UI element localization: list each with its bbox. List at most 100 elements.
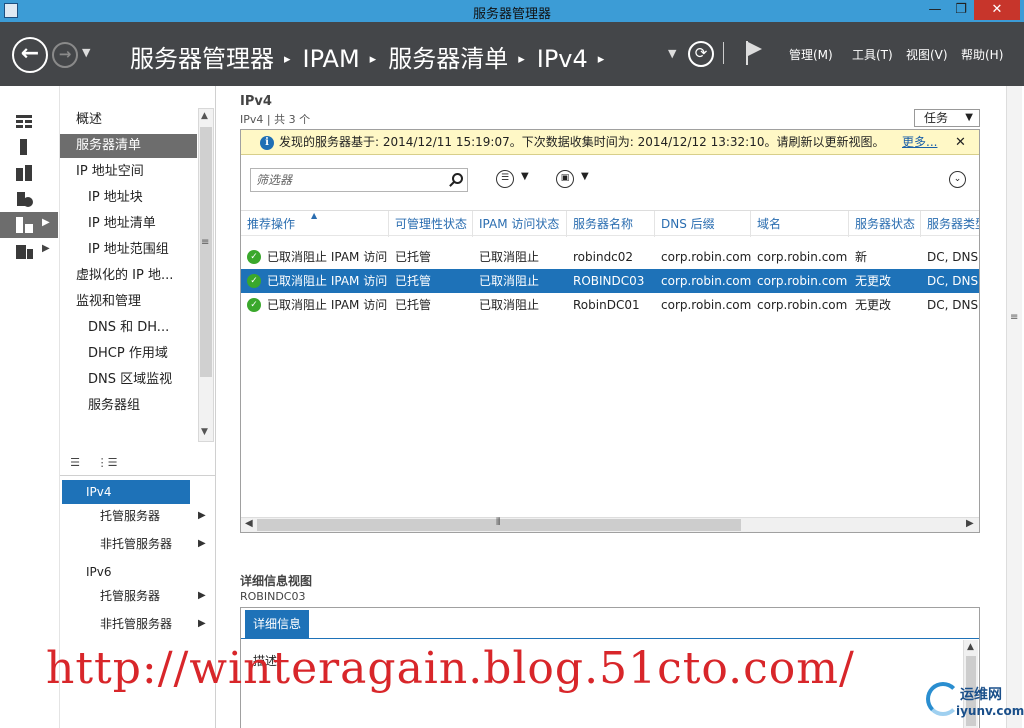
- cell-server-type: DC, DNS: [927, 250, 979, 264]
- cell-manageability: 已托管: [395, 274, 432, 288]
- column-label: 推荐操作: [247, 217, 296, 231]
- scroll-up-icon[interactable]: ▲: [967, 642, 974, 652]
- list-view-icon[interactable]: ☰: [64, 453, 86, 473]
- search-icon[interactable]: [452, 173, 463, 184]
- nav-ipv6-unmanaged-servers[interactable]: 非托管服务器 ▶: [60, 612, 215, 636]
- tree-item-ip-address-inventory[interactable]: IP 地址清单: [60, 212, 197, 236]
- tree-item-dns-zone-monitoring[interactable]: DNS 区域监视: [60, 368, 197, 392]
- rail-local-server[interactable]: [0, 134, 58, 160]
- tree-item-ip-range-groups[interactable]: IP 地址范围组: [60, 238, 197, 262]
- notifications-flag-icon[interactable]: [744, 41, 764, 67]
- more-link[interactable]: 更多...: [902, 130, 937, 155]
- nav-ipv4[interactable]: IPv4: [62, 480, 190, 504]
- close-button[interactable]: ✕: [974, 0, 1020, 20]
- back-arrow-icon: ←: [20, 41, 40, 66]
- table-row[interactable]: ✓ 已取消阻止 IPAM 访问 已托管 已取消阻止 robindc02 corp…: [241, 245, 979, 269]
- rail-remote-desktop[interactable]: ▶: [0, 238, 58, 264]
- cell-server-type: DC, DNS: [927, 274, 979, 288]
- tree-item-dns-dhcp-servers[interactable]: DNS 和 DH...: [60, 316, 197, 340]
- file-storage-icon: [15, 191, 33, 207]
- info-banner: i 发现的服务器基于: 2014/12/11 15:19:07。下次数据收集时间…: [241, 130, 979, 155]
- rail-dashboard[interactable]: [0, 108, 58, 134]
- info-message: 发现的服务器基于: 2014/12/11 15:19:07。下次数据收集时间为:…: [279, 135, 885, 149]
- tasks-dropdown[interactable]: 任务 ▼: [914, 109, 980, 127]
- expand-arrow-icon: ▶: [198, 618, 206, 629]
- column-header-domain[interactable]: 域名: [751, 211, 849, 237]
- ipam-icon: [15, 217, 33, 233]
- tab-details[interactable]: 详细信息: [245, 610, 309, 638]
- cell-recommended-action: 已取消阻止 IPAM 访问: [267, 298, 388, 312]
- history-dropdown-icon[interactable]: ▼: [82, 46, 90, 59]
- server-list-panel: i 发现的服务器基于: 2014/12/11 15:19:07。下次数据收集时间…: [240, 129, 980, 533]
- tree-view-icon[interactable]: ⋮☰: [96, 453, 118, 473]
- column-header-ipam-access[interactable]: IPAM 访问状态: [473, 211, 567, 237]
- breadcrumb-item[interactable]: IPv4: [537, 45, 588, 73]
- menu-tools[interactable]: 工具(T): [852, 46, 893, 64]
- tree-view-tabs: ☰ ⋮☰: [60, 450, 215, 476]
- refresh-icon[interactable]: ⟳: [688, 41, 714, 67]
- nav-label: 非托管服务器: [100, 537, 173, 551]
- dashboard-icon: [15, 113, 33, 129]
- table-row[interactable]: ✓ 已取消阻止 IPAM 访问 已托管 已取消阻止 RobinDC01 corp…: [241, 293, 979, 317]
- cell-server-status: 无更改: [855, 274, 892, 288]
- scroll-up-icon[interactable]: ▲: [201, 111, 208, 121]
- nav-ipv4-managed-servers[interactable]: 托管服务器 ▶: [60, 504, 215, 528]
- column-header-server-name[interactable]: 服务器名称: [567, 211, 655, 237]
- content-scrollbar[interactable]: ≡: [1006, 86, 1022, 728]
- list-options-dropdown-icon[interactable]: ▼: [521, 171, 529, 182]
- nav-ipv4-unmanaged-servers[interactable]: 非托管服务器 ▶: [60, 532, 215, 556]
- menu-help[interactable]: 帮助(H): [961, 46, 1003, 64]
- rail-ipam[interactable]: ▶: [0, 212, 58, 238]
- cell-ipam-access: 已取消阻止: [479, 298, 540, 312]
- back-button[interactable]: ←: [12, 37, 48, 73]
- chevron-down-icon: ▼: [965, 112, 973, 123]
- table-row-selected[interactable]: ✓ 已取消阻止 IPAM 访问 已托管 已取消阻止 ROBINDC03 corp…: [241, 269, 979, 293]
- rail-file-storage[interactable]: [0, 186, 58, 212]
- nav-ipv6-managed-servers[interactable]: 托管服务器 ▶: [60, 584, 215, 608]
- list-options-icon[interactable]: ☰: [496, 170, 514, 188]
- scroll-grip-icon: ⦀: [496, 517, 501, 528]
- window-title: 服务器管理器: [472, 7, 551, 22]
- save-query-dropdown-icon[interactable]: ▼: [581, 171, 589, 182]
- breadcrumb-separator-icon: ▸: [284, 52, 291, 67]
- breadcrumb-item[interactable]: 服务器清单: [388, 45, 508, 73]
- expand-collapse-icon[interactable]: ⌄: [949, 171, 966, 188]
- sort-ascending-icon: ▲: [311, 211, 318, 220]
- rail-all-servers[interactable]: [0, 160, 58, 186]
- breadcrumb-item[interactable]: 服务器管理器: [130, 45, 274, 73]
- column-header-dns-suffix[interactable]: DNS 后缀: [655, 211, 751, 237]
- minimize-button[interactable]: —: [922, 0, 948, 20]
- column-header-server-status[interactable]: 服务器状态: [849, 211, 921, 237]
- forward-button[interactable]: →: [52, 42, 78, 68]
- tree-item-monitor-manage[interactable]: 监视和管理: [60, 290, 197, 314]
- column-header-recommended-action[interactable]: 推荐操作 ▲: [241, 211, 389, 237]
- column-header-manageability[interactable]: 可管理性状态: [389, 211, 473, 237]
- cell-domain: corp.robin.com: [757, 298, 848, 312]
- column-header-server-type[interactable]: 服务器类型: [921, 211, 979, 237]
- scroll-left-icon[interactable]: ◀: [245, 518, 253, 529]
- filter-input[interactable]: 筛选器: [250, 168, 468, 192]
- maximize-button[interactable]: ❐: [948, 0, 974, 20]
- tree-item-overview[interactable]: 概述: [60, 108, 197, 132]
- tree-item-virtualized-ip[interactable]: 虚拟化的 IP 地...: [60, 264, 197, 288]
- tree-scrollbar[interactable]: ▲ ≡ ▼: [198, 108, 214, 442]
- menu-view[interactable]: 视图(V): [906, 46, 948, 64]
- url-watermark: http://winteragain.blog.51cto.com/: [46, 643, 855, 694]
- scroll-down-icon[interactable]: ▼: [201, 427, 208, 437]
- tree-item-ip-address-space[interactable]: IP 地址空间: [60, 160, 197, 184]
- tree-item-server-inventory[interactable]: 服务器清单: [60, 134, 197, 158]
- scroll-right-icon[interactable]: ▶: [966, 518, 974, 529]
- grid-horizontal-scrollbar[interactable]: ◀ ⦀ ▶: [241, 517, 979, 532]
- cell-ipam-access: 已取消阻止: [479, 250, 540, 264]
- menu-manage[interactable]: 管理(M): [789, 46, 833, 64]
- breadcrumb-item[interactable]: IPAM: [303, 45, 360, 73]
- tree-item-dhcp-scopes[interactable]: DHCP 作用域: [60, 342, 197, 366]
- scroll-thumb[interactable]: [200, 127, 212, 377]
- tree-item-ip-address-blocks[interactable]: IP 地址块: [60, 186, 197, 210]
- dismiss-banner-icon[interactable]: ✕: [955, 130, 966, 155]
- tree-item-server-groups[interactable]: 服务器组: [60, 394, 197, 418]
- logo-text-en: iyunv.com: [956, 704, 1024, 718]
- nav-ipv6[interactable]: IPv6: [60, 560, 215, 584]
- cell-ipam-access: 已取消阻止: [479, 274, 540, 288]
- save-query-icon[interactable]: ▣: [556, 170, 574, 188]
